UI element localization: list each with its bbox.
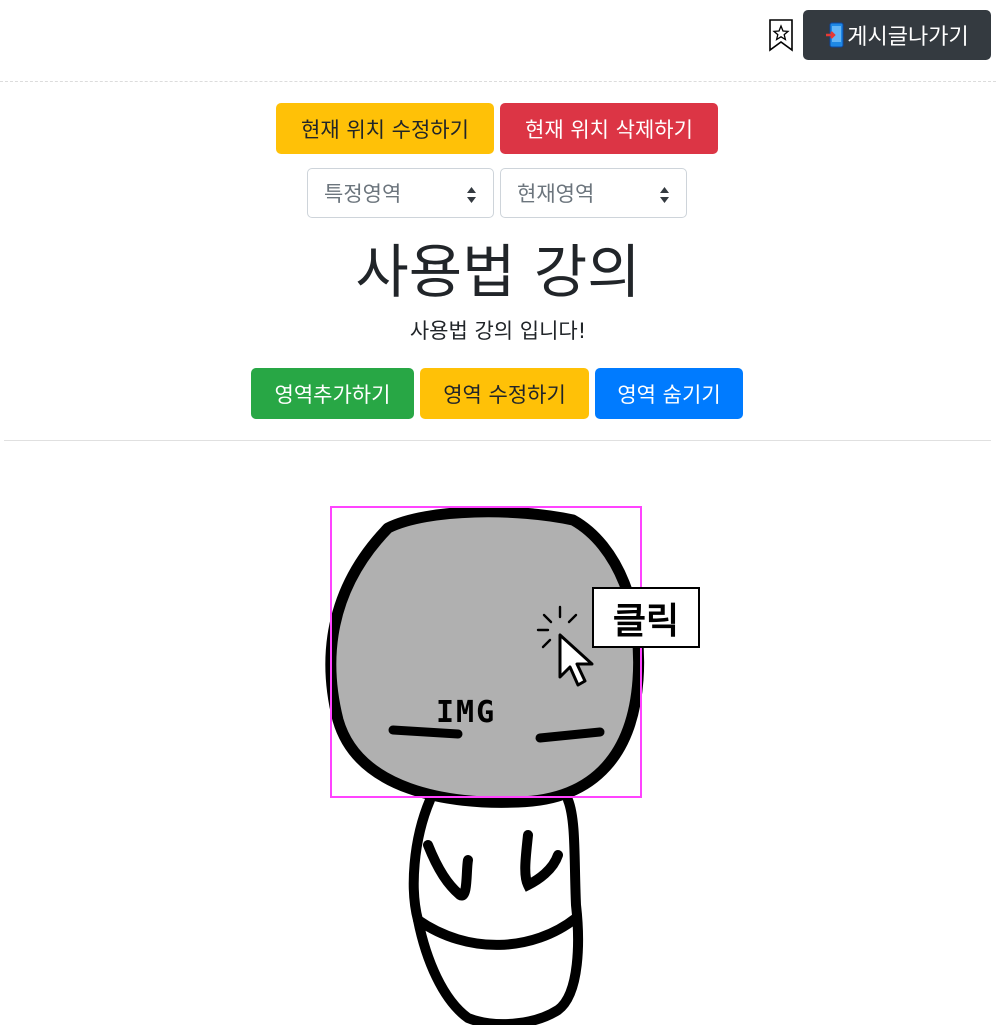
- bookmark-star-icon[interactable]: [768, 18, 794, 52]
- top-bar: 게시글나가기: [0, 0, 996, 82]
- image-canvas[interactable]: IMG: [318, 500, 658, 1025]
- add-area-label: 영역추가하기: [274, 382, 391, 407]
- click-cursor-icon: [530, 605, 600, 690]
- exit-post-button[interactable]: 게시글나가기: [803, 10, 991, 60]
- img-placeholder-text: IMG: [436, 695, 496, 730]
- delete-location-button[interactable]: 현재 위치 삭제하기: [500, 103, 718, 154]
- hide-area-button[interactable]: 영역 숨기기: [595, 368, 743, 419]
- page-subtitle: 사용법 강의 입니다!: [409, 319, 587, 343]
- current-area-select[interactable]: 현재영역: [500, 168, 687, 218]
- delete-location-label: 현재 위치 삭제하기: [525, 117, 693, 142]
- divider: [4, 440, 991, 441]
- click-label: 클릭: [612, 600, 680, 642]
- edit-area-label: 영역 수정하기: [443, 382, 566, 407]
- page-title: 사용법 강의: [355, 238, 641, 306]
- edit-area-button[interactable]: 영역 수정하기: [420, 368, 589, 419]
- edit-location-label: 현재 위치 수정하기: [301, 117, 469, 142]
- sort-caret-icon: [659, 185, 670, 203]
- current-area-value: 현재영역: [517, 182, 595, 206]
- add-area-button[interactable]: 영역추가하기: [251, 368, 414, 419]
- edit-location-button[interactable]: 현재 위치 수정하기: [276, 103, 494, 154]
- exit-post-label: 게시글나가기: [847, 25, 969, 50]
- specific-area-select[interactable]: 특정영역: [307, 168, 494, 218]
- click-label-box: 클릭: [592, 587, 700, 648]
- sort-caret-icon: [466, 185, 477, 203]
- specific-area-value: 특정영역: [324, 182, 402, 206]
- mobile-exit-icon: [825, 22, 845, 48]
- hide-area-label: 영역 숨기기: [617, 382, 721, 407]
